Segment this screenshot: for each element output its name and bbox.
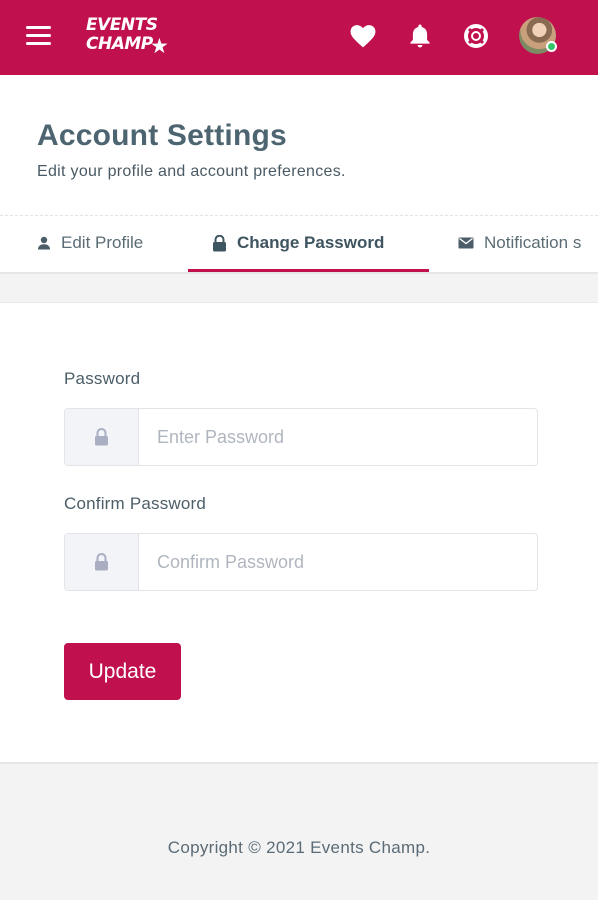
- confirm-password-label: Confirm Password: [64, 494, 207, 513]
- tab-label: Change Password: [237, 233, 385, 252]
- tab-change-password[interactable]: Change Password: [212, 225, 384, 272]
- lock-icon: [212, 233, 227, 253]
- logo-line-1: EVENTS: [86, 15, 158, 35]
- user-avatar[interactable]: [519, 17, 557, 54]
- page-subtitle: Edit your profile and account preference…: [37, 163, 346, 180]
- page-title: Account Settings: [37, 119, 287, 152]
- change-password-form: Password Confirm Password Update: [0, 302, 598, 764]
- heart-icon[interactable]: [347, 20, 379, 52]
- lifebuoy-icon[interactable]: [460, 20, 492, 52]
- footer-copyright: Copyright © 2021 Events Champ.: [167, 838, 431, 857]
- header-shadow: [0, 272, 598, 274]
- bell-icon[interactable]: [404, 20, 436, 52]
- password-input[interactable]: [140, 409, 537, 465]
- lock-icon: [65, 534, 139, 590]
- confirm-password-input-group: [64, 533, 538, 591]
- update-button[interactable]: Update: [64, 643, 181, 700]
- confirm-password-input[interactable]: [140, 534, 537, 590]
- user-icon: [37, 233, 51, 253]
- tab-notifications[interactable]: Notification s: [458, 225, 581, 272]
- logo-star-icon: ★: [150, 35, 169, 58]
- envelope-icon: [458, 233, 474, 253]
- menu-icon[interactable]: [26, 26, 51, 46]
- tab-label: Notification s: [484, 233, 582, 252]
- tab-label: Edit Profile: [61, 233, 144, 252]
- top-navbar: EVENTS CHAMP ★: [0, 0, 598, 75]
- password-input-group: [64, 408, 538, 466]
- lock-icon: [65, 409, 139, 465]
- tab-edit-profile[interactable]: Edit Profile: [37, 225, 143, 272]
- settings-header: Account Settings Edit your profile and a…: [0, 75, 598, 272]
- password-label: Password: [64, 369, 141, 388]
- events-champ-logo[interactable]: EVENTS CHAMP ★: [86, 16, 178, 58]
- divider: [0, 215, 598, 216]
- online-status-dot: [546, 41, 557, 52]
